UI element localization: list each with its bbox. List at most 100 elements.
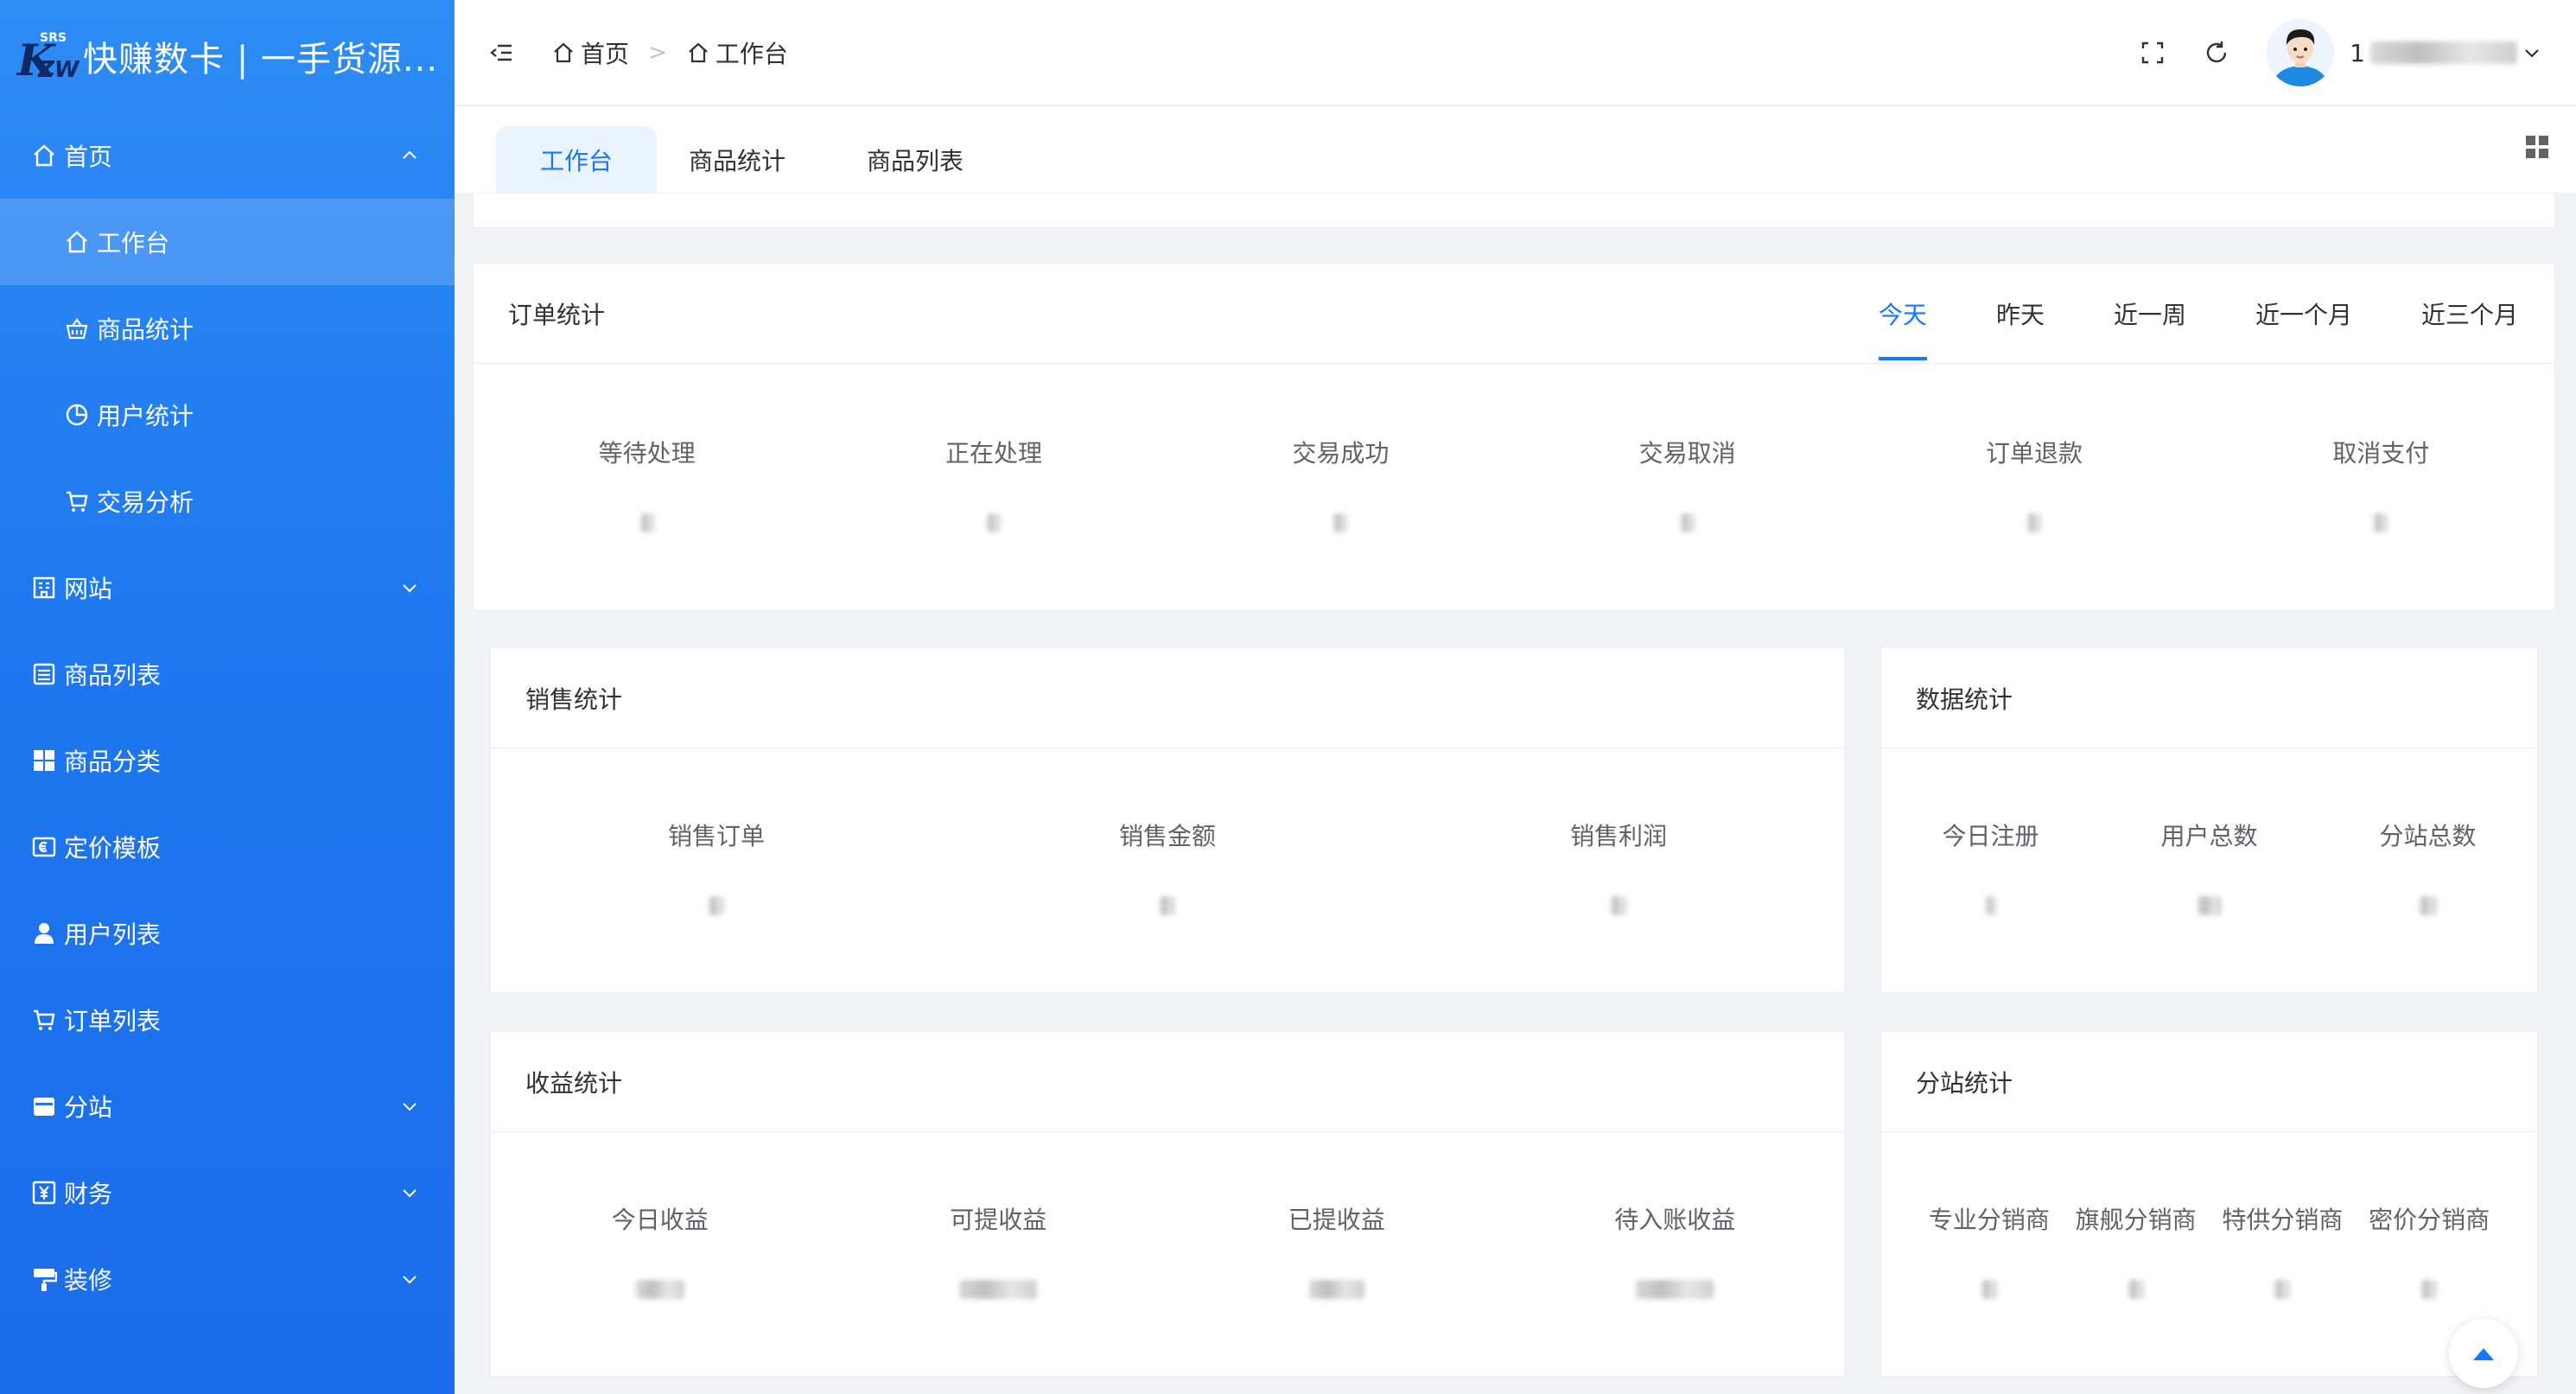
stat-label: 今日收益: [611, 1206, 709, 1234]
stat-label: 特供分销商: [2222, 1206, 2344, 1234]
sidebar-item-label: 交易分析: [97, 488, 194, 517]
tab-product-list[interactable]: 商品列表: [835, 126, 995, 193]
stat-value-redacted: [1916, 1277, 2063, 1302]
card-header: 订单统计 今天 昨天 近一周 近一个月 近三个月: [474, 264, 2554, 364]
data-stats-row: 今日注册 用户总数 分站总数: [1881, 818, 2537, 918]
card-title: 收益统计: [525, 1068, 623, 1098]
sidebar-item[interactable]: 商品分类: [0, 717, 455, 804]
stat-value-redacted: [1514, 511, 1860, 535]
sidebar-item-label: 商品列表: [64, 661, 162, 690]
stat-item: 旗舰分销商: [2063, 1201, 2210, 1302]
topbar-tools: 1: [2139, 0, 2576, 105]
breadcrumb-home[interactable]: 首页: [581, 35, 629, 70]
stat-item: 销售订单: [491, 818, 942, 918]
fullscreen-icon[interactable]: [2139, 39, 2166, 67]
chevron-down-icon[interactable]: [2522, 43, 2541, 62]
stat-label: 等待处理: [598, 439, 696, 468]
app-title: 快赚数卡 | 一手货源...: [83, 40, 439, 80]
breadcrumb-current: 工作台: [715, 39, 788, 68]
pie-chart-icon: [66, 404, 88, 426]
stat-label: 销售金额: [1118, 822, 1216, 850]
office-building-icon: [33, 576, 55, 599]
stat-item: 取消支付: [2208, 435, 2554, 535]
stat-label: 订单退款: [1985, 439, 2083, 468]
stat-label: 可提收益: [950, 1206, 1047, 1234]
stat-item: 特供分销商: [2210, 1201, 2357, 1302]
sidebar-item[interactable]: 工作台: [0, 199, 455, 285]
sidebar-item[interactable]: 交易分析: [0, 458, 455, 544]
sidebar: K SRS ZW 快赚数卡 | 一手货源... 首页 工作台 商品统计 用户统计交易分…: [0, 0, 455, 1394]
tab-workbench[interactable]: 工作台: [496, 126, 657, 193]
stat-value-redacted: [1881, 894, 2100, 918]
grid-icon: [34, 750, 54, 771]
sidebar-item[interactable]: 用户统计: [0, 372, 455, 458]
stat-item: 待入账收益: [1506, 1201, 1845, 1302]
stat-item: 销售金额: [942, 818, 1393, 918]
tabs-menu-grid-icon[interactable]: [2524, 134, 2550, 160]
brush-icon: [34, 1269, 57, 1291]
stat-label: 销售利润: [1569, 822, 1667, 850]
sidebar-item-label: 财务: [64, 1180, 113, 1208]
sidebar-item[interactable]: 定价模板: [0, 804, 455, 890]
period-tab[interactable]: 近一周: [2114, 264, 2186, 364]
stat-value-redacted: [1167, 511, 1514, 535]
sidebar-item-label: 分站: [64, 1093, 113, 1122]
period-tab[interactable]: 近一个月: [2255, 264, 2352, 364]
stat-value-redacted: [830, 1277, 1168, 1302]
stat-label: 取消支付: [2332, 439, 2430, 468]
breadcrumb-separator: >: [648, 39, 667, 66]
sidebar-item[interactable]: 装修: [0, 1236, 455, 1322]
stat-item: 今日注册: [1881, 818, 2100, 918]
collapse-menu-icon[interactable]: [489, 40, 515, 66]
sidebar-item[interactable]: 商品统计: [0, 285, 455, 372]
sidebar-item[interactable]: 订单列表: [0, 977, 455, 1063]
sidebar-item-label: 订单列表: [64, 1007, 162, 1035]
stat-item: 密价分销商: [2356, 1201, 2503, 1302]
avatar[interactable]: [2267, 19, 2335, 86]
period-tab[interactable]: 近三个月: [2421, 264, 2518, 364]
stat-item: 等待处理: [474, 435, 820, 535]
sidebar-item[interactable]: 商品列表: [0, 631, 455, 717]
sidebar-item[interactable]: 财务: [0, 1149, 455, 1236]
stat-value-redacted: [1860, 511, 2207, 535]
logo-area[interactable]: K SRS ZW 快赚数卡 | 一手货源...: [0, 0, 455, 112]
topbar: 首页 > 工作台 1: [455, 0, 2576, 105]
sidebar-item[interactable]: 分站: [0, 1063, 455, 1149]
order-stats-row: 等待处理 正在处理 交易成功 交易取消 订单退款 取消支付: [474, 435, 2554, 535]
stat-value-redacted: [1393, 894, 1844, 918]
tabs-bar: 工作台 商品统计 商品列表: [455, 106, 2576, 193]
user-icon: [35, 923, 54, 944]
sidebar-item-label: 网站: [64, 575, 113, 603]
stat-value-redacted: [2100, 894, 2318, 918]
stat-label: 用户总数: [2160, 822, 2258, 850]
stat-item: 今日收益: [491, 1201, 830, 1302]
stat-item: 专业分销商: [1916, 1201, 2063, 1302]
sidebar-item[interactable]: 首页: [0, 112, 455, 199]
card-title: 数据统计: [1916, 684, 2013, 714]
stat-item: 销售利润: [1393, 818, 1844, 918]
wallet-icon: [34, 1098, 54, 1116]
card-header: 销售统计: [491, 648, 1844, 748]
list-icon: [33, 663, 55, 685]
tab-product-stats[interactable]: 商品统计: [657, 126, 817, 193]
period-tab[interactable]: 今天: [1878, 264, 1927, 364]
refresh-icon[interactable]: [2203, 39, 2230, 67]
home-icon: [554, 42, 573, 62]
back-to-top-button[interactable]: [2449, 1319, 2518, 1388]
period-tab[interactable]: 昨天: [1996, 264, 2045, 364]
sidebar-item[interactable]: 网站: [0, 544, 455, 631]
card-title: 销售统计: [525, 684, 623, 714]
stat-label: 今日注册: [1942, 822, 2039, 850]
logo-mark: K SRS ZW: [17, 31, 80, 86]
stat-value-redacted: [491, 1277, 830, 1302]
caret-up-icon: [2473, 1348, 2494, 1360]
top-strip: [473, 194, 2555, 228]
stat-label: 分站总数: [2379, 822, 2477, 850]
user-name[interactable]: 1: [2350, 39, 2365, 67]
stat-label: 专业分销商: [1928, 1206, 2050, 1234]
sidebar-item[interactable]: 用户列表: [0, 890, 455, 977]
card-title: 订单统计: [508, 300, 606, 329]
chevron-down-icon: [403, 1189, 417, 1198]
stat-item: 交易取消: [1514, 435, 1860, 535]
cart-icon: [67, 491, 88, 512]
